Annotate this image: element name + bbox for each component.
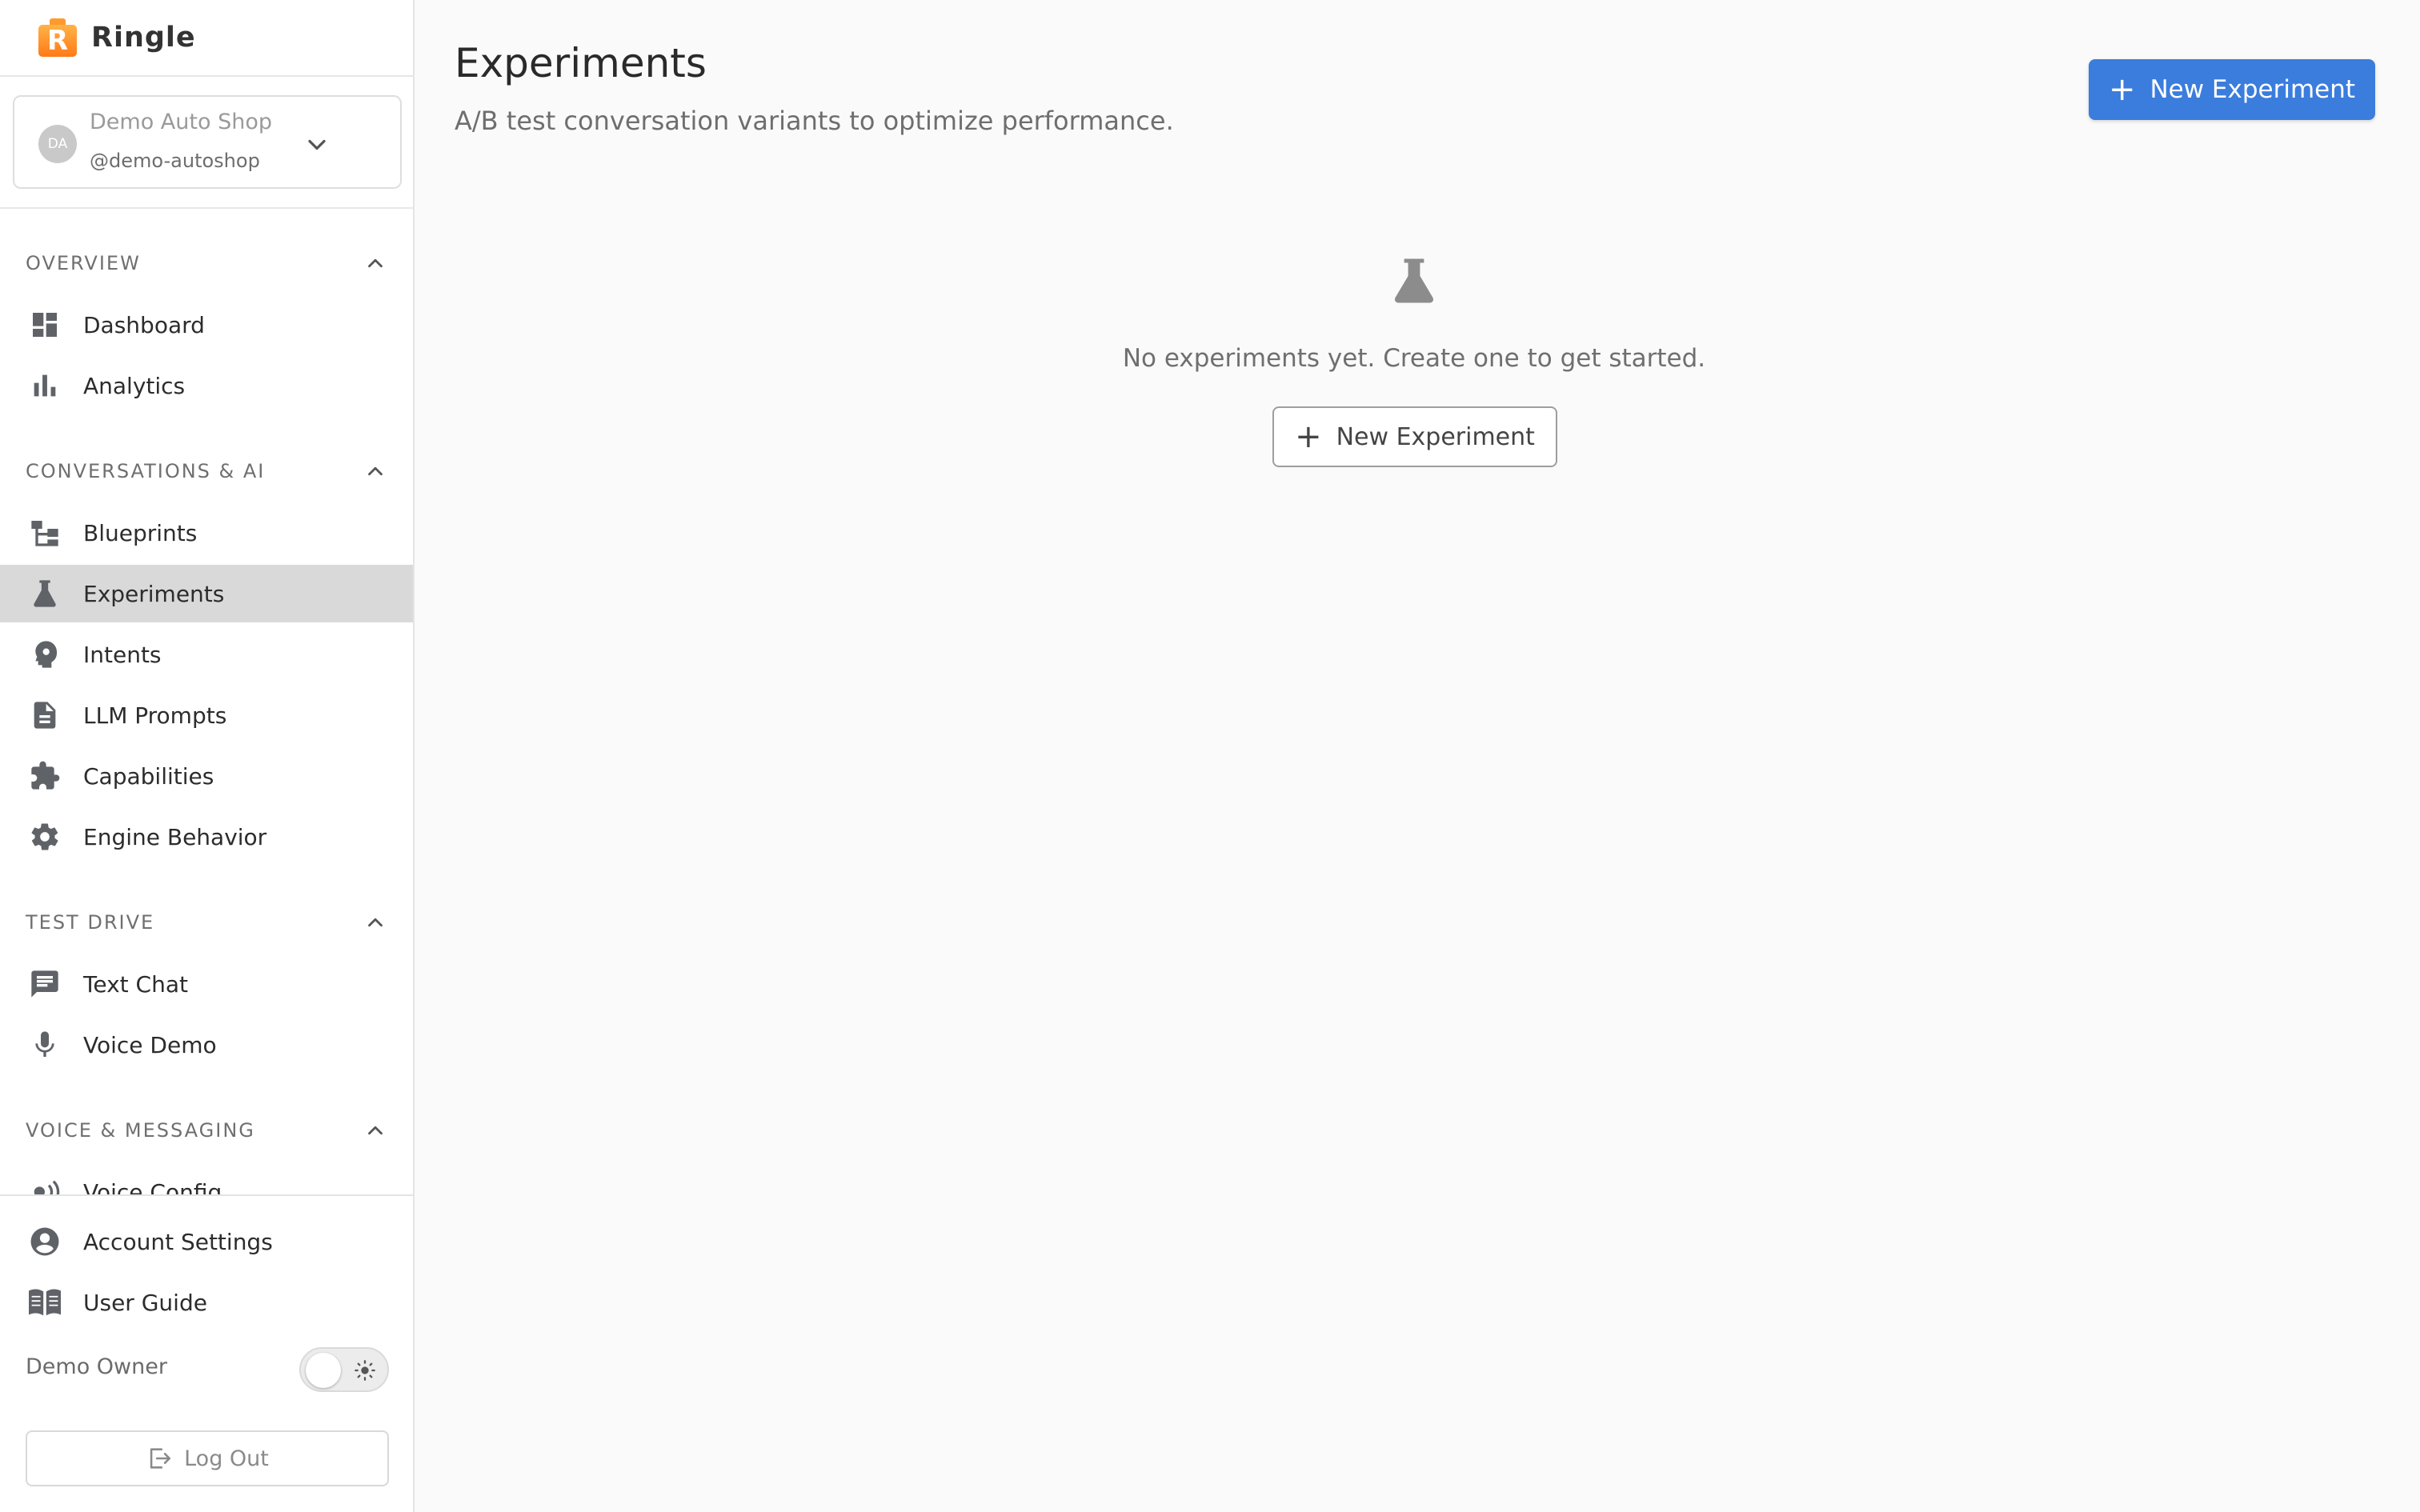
sidebar: R Ringle DA Demo Auto Shop @demo-autosho… [0,0,415,1512]
blueprint-tree-icon [27,515,62,550]
sidebar-item-label: Account Settings [83,1228,273,1255]
plus-icon: + [2108,71,2136,108]
brand-logo-icon: R [38,18,77,57]
divider [0,207,413,209]
sidebar-item-llm-prompts[interactable]: LLM Prompts [0,686,413,744]
account-handle: @demo-autoshop [90,150,260,172]
section-label: TEST DRIVE [26,911,155,934]
section-test-drive[interactable]: TEST DRIVE [26,906,387,938]
head-gear-icon [27,637,62,672]
sidebar-item-voice-demo[interactable]: Voice Demo [0,1016,413,1074]
avatar: DA [38,125,77,163]
book-icon [27,1285,62,1320]
account-circle-icon [27,1224,62,1259]
sidebar-item-blueprints[interactable]: Blueprints [0,504,413,562]
toggle-knob [306,1353,341,1388]
plus-icon: + [1295,418,1322,455]
section-voice-messaging[interactable]: VOICE & MESSAGING [26,1114,387,1146]
sidebar-item-label: Engine Behavior [83,823,267,850]
chevron-up-icon[interactable] [363,1118,387,1142]
sidebar-item-intents[interactable]: Intents [0,626,413,683]
sidebar-item-experiments[interactable]: Experiments [0,565,413,622]
sidebar-item-label: Intents [83,641,162,668]
chevron-down-icon [308,139,326,150]
sidebar-item-label: User Guide [83,1289,207,1316]
section-label: CONVERSATIONS & AI [26,460,266,482]
sidebar-item-voice-config[interactable]: Voice Config [0,1163,413,1195]
sidebar-item-label: Voice Config [83,1178,222,1196]
sidebar-item-label: Analytics [83,372,186,399]
empty-state-message: No experiments yet. Create one to get st… [1122,344,1706,373]
logout-label: Log Out [184,1446,269,1471]
account-name: Demo Auto Shop [90,110,272,134]
puzzle-icon [27,758,62,794]
sidebar-item-engine-behavior[interactable]: Engine Behavior [0,808,413,866]
flask-icon [27,576,62,611]
section-label: OVERVIEW [26,252,141,274]
empty-new-experiment-label: New Experiment [1336,422,1535,451]
theme-toggle[interactable] [299,1347,389,1392]
sidebar-nav[interactable]: OVERVIEW Dashboard Analytics CONVERSATIO… [0,210,413,1195]
sidebar-item-account-settings[interactable]: Account Settings [0,1213,413,1270]
chat-icon [27,966,62,1002]
new-experiment-button[interactable]: + New Experiment [2089,59,2375,120]
page-title: Experiments [455,40,707,86]
brand-header[interactable]: R Ringle [0,0,413,77]
section-label: VOICE & MESSAGING [26,1119,255,1142]
sun-icon [355,1360,375,1381]
logout-icon [150,1448,171,1469]
sidebar-item-label: Dashboard [83,311,205,338]
sidebar-item-text-chat[interactable]: Text Chat [0,955,413,1013]
sidebar-item-analytics[interactable]: Analytics [0,357,413,414]
sidebar-item-user-guide[interactable]: User Guide [0,1274,413,1331]
sidebar-item-label: Capabilities [83,762,214,790]
chevron-up-icon[interactable] [363,459,387,483]
account-switcher[interactable]: DA Demo Auto Shop @demo-autoshop [13,95,402,189]
brand-name: Ringle [91,22,196,54]
sidebar-item-label: Blueprints [83,519,198,546]
voice-waves-icon [27,1174,62,1195]
sidebar-item-label: Experiments [83,580,225,607]
logout-button[interactable]: Log Out [26,1430,389,1486]
user-name: Demo Owner [26,1354,167,1379]
chevron-up-icon[interactable] [363,251,387,275]
sidebar-item-label: LLM Prompts [83,702,227,729]
sidebar-item-label: Voice Demo [83,1031,217,1058]
flask-icon [1394,258,1434,303]
bar-chart-icon [27,368,62,403]
sidebar-item-dashboard[interactable]: Dashboard [0,296,413,354]
page-subtitle: A/B test conversation variants to optimi… [455,106,1174,136]
section-conversations-ai[interactable]: CONVERSATIONS & AI [26,455,387,487]
chevron-up-icon[interactable] [363,910,387,934]
dashboard-icon [27,307,62,342]
sidebar-item-capabilities[interactable]: Capabilities [0,747,413,805]
empty-new-experiment-button[interactable]: + New Experiment [1272,406,1557,467]
sidebar-item-label: Text Chat [83,970,188,998]
section-overview[interactable]: OVERVIEW [26,247,387,279]
microphone-icon [27,1027,62,1062]
gear-icon [27,819,62,854]
new-experiment-label: New Experiment [2150,75,2356,104]
divider [0,1194,413,1196]
document-icon [27,698,62,733]
